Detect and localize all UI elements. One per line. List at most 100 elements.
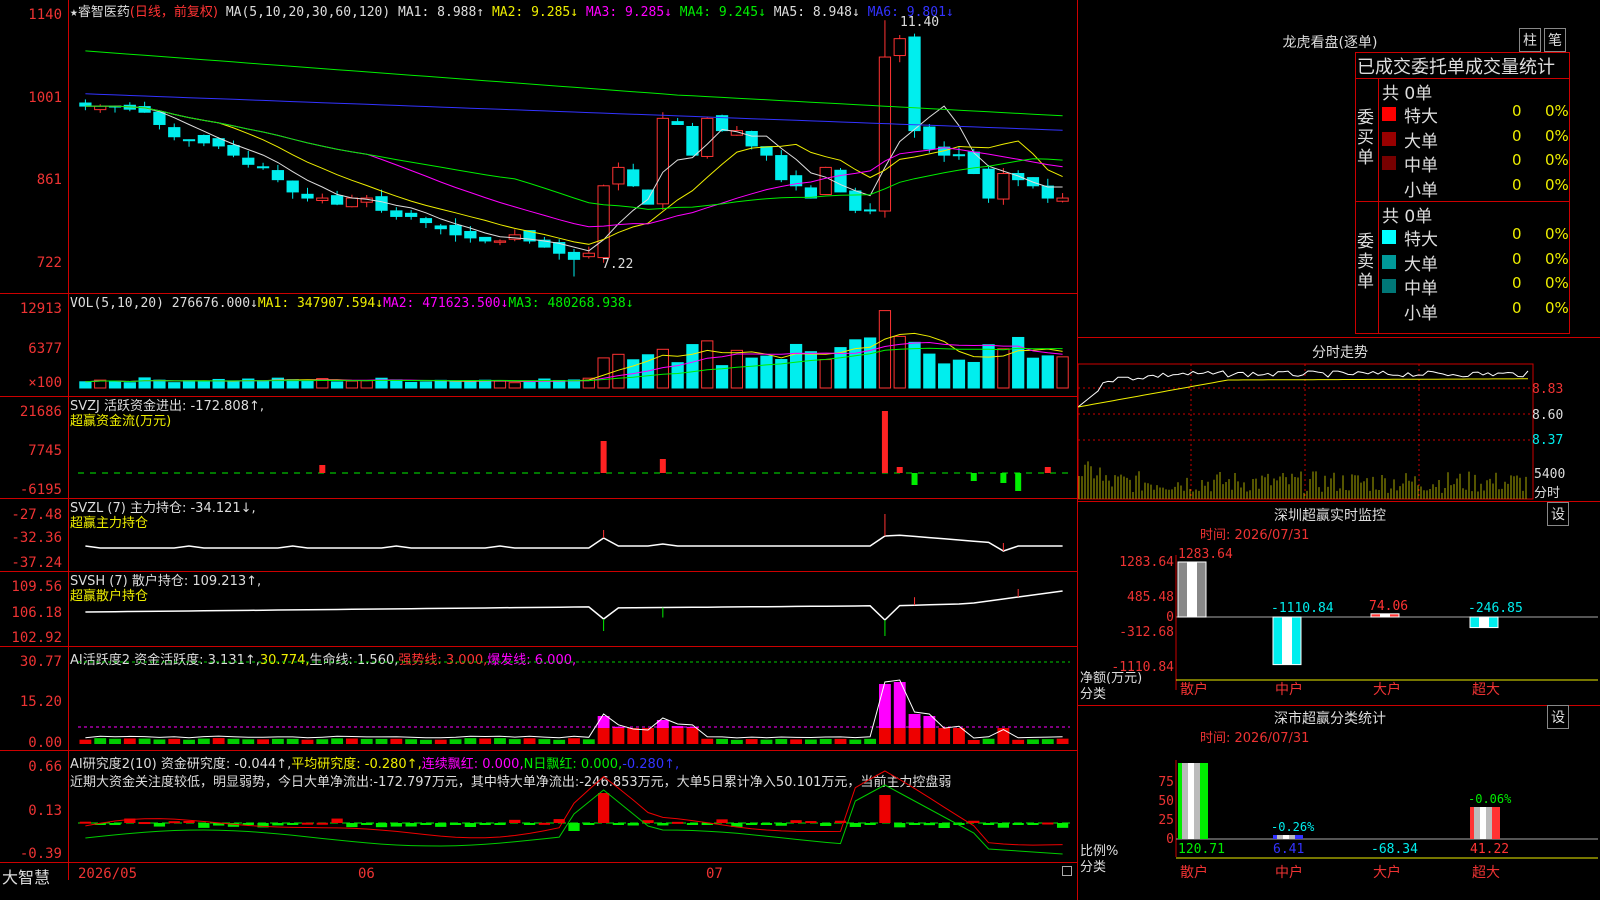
ai-activity-bar [183,739,195,744]
air-bar [894,823,906,828]
ai-activity-bar [997,728,1010,744]
intraday-title: 分时走势 [1312,345,1368,361]
order-row: 小单 0 0% [1382,298,1572,324]
ai-activity-bar [597,728,610,744]
air-bar [331,818,343,823]
sz-class-value: 6.41 [1273,842,1304,857]
order-count: 0 [1512,151,1522,169]
volume-bar [419,381,433,389]
volume-bar [878,310,892,389]
intraday-avg-line [1078,378,1528,408]
ai-activity-bar [879,684,891,728]
candle [819,166,832,196]
candle [434,225,447,230]
sz-class-category: 大户 [1373,864,1401,881]
sz-monitor-category: 大户 [1373,681,1401,698]
ai-activity-bar [390,738,403,744]
svzj-bar [600,441,607,473]
ai-activity-bar [864,738,877,744]
air-bar [538,822,551,825]
candle [1056,197,1069,202]
ai-activity-bar [879,728,891,744]
intraday-tick: 8.37 [1532,433,1564,448]
order-percent: 0% [1545,151,1569,169]
order-row: 小单 0 0% [1382,175,1572,201]
ai-activity-bar [967,739,980,744]
air-bar [612,823,625,825]
ai-activity-bar [345,738,358,744]
candle [449,224,462,236]
candle [94,105,107,111]
sz-class-bar-highlight [1283,835,1289,839]
order-swatch [1382,304,1396,318]
ai-activity-bar [153,739,166,744]
sz-class-bar-highlight [1480,807,1486,839]
order-type: 大单 [1404,254,1438,275]
volume-bar [730,349,743,389]
order-count: 0 [1512,102,1522,120]
order-row: 大单 0 0% [1382,250,1572,275]
ai-activity-bar [671,726,684,728]
volume-bar [1012,336,1025,389]
air-bar [716,819,728,823]
svzj-bar [881,411,888,473]
sz-monitor-tick: 485.48 [1127,590,1174,605]
svzj-bar [970,473,977,481]
volume-bars [79,310,1069,389]
volume-bar [405,381,418,389]
svzl-line [85,534,1063,552]
svzj-bar [911,473,918,485]
order-swatch [1382,230,1396,244]
volume-bar [760,355,773,389]
order-percent: 0% [1545,126,1569,145]
sz-monitor-category: 中户 [1275,681,1303,698]
tab-bar-view[interactable]: 柱 [1519,28,1541,52]
ai-activity-bar [375,738,388,744]
volume-bar [493,380,507,389]
sz-monitor-title: 深圳超赢实时监控 [1274,508,1386,524]
buy-label: 委买单 [1357,108,1374,168]
kline-chart[interactable]: 11.40 7.22 [0,0,1077,900]
volume-bar [982,344,995,389]
sz-monitor-category: 散户 [1180,681,1208,698]
volume-bar [153,379,166,389]
candle [271,170,285,181]
sz-class-settings-button[interactable]: 设 [1547,705,1569,729]
air-bar [375,823,388,828]
air-bar [864,823,876,825]
volume-bar [789,343,803,389]
lhb-title: 龙虎看盘(逐单) [1282,35,1378,51]
ai-activity-bar [109,738,121,744]
air-bar [198,823,210,828]
order-row: 特大 0 0% [1382,225,1572,250]
svsh-line [85,589,1063,636]
sz-monitor-settings-button[interactable]: 设 [1547,502,1569,526]
volume-bar [360,380,373,389]
order-percent: 0% [1545,298,1569,317]
candle [627,169,640,187]
air-bar [760,823,773,825]
ai-activity-bar [227,738,240,744]
sz-class-title: 深市超赢分类统计 [1274,711,1386,727]
air-bar [405,823,417,827]
order-count: 0 [1512,126,1522,145]
ai-activity-bar [271,738,284,744]
order-percent: 0% [1545,175,1569,194]
order-swatch [1382,107,1396,121]
sz-class-value: -68.34 [1371,842,1418,857]
volume-bar [686,344,699,389]
tab-tick-view[interactable]: 笔 [1544,28,1566,52]
candle [656,117,669,205]
svzj-bar [319,465,326,473]
ai-activity-bar [79,739,92,744]
candle [567,251,581,260]
candle [316,197,329,201]
intraday-chart[interactable] [1078,362,1600,502]
svzj-bar [896,467,903,473]
ai-activity-bar [553,739,566,744]
candle [286,180,299,193]
air-bar [597,793,610,823]
air-bar [746,823,758,825]
sz-class-value: 41.22 [1470,842,1509,857]
sz-monitor-value: 1283.64 [1178,547,1233,562]
